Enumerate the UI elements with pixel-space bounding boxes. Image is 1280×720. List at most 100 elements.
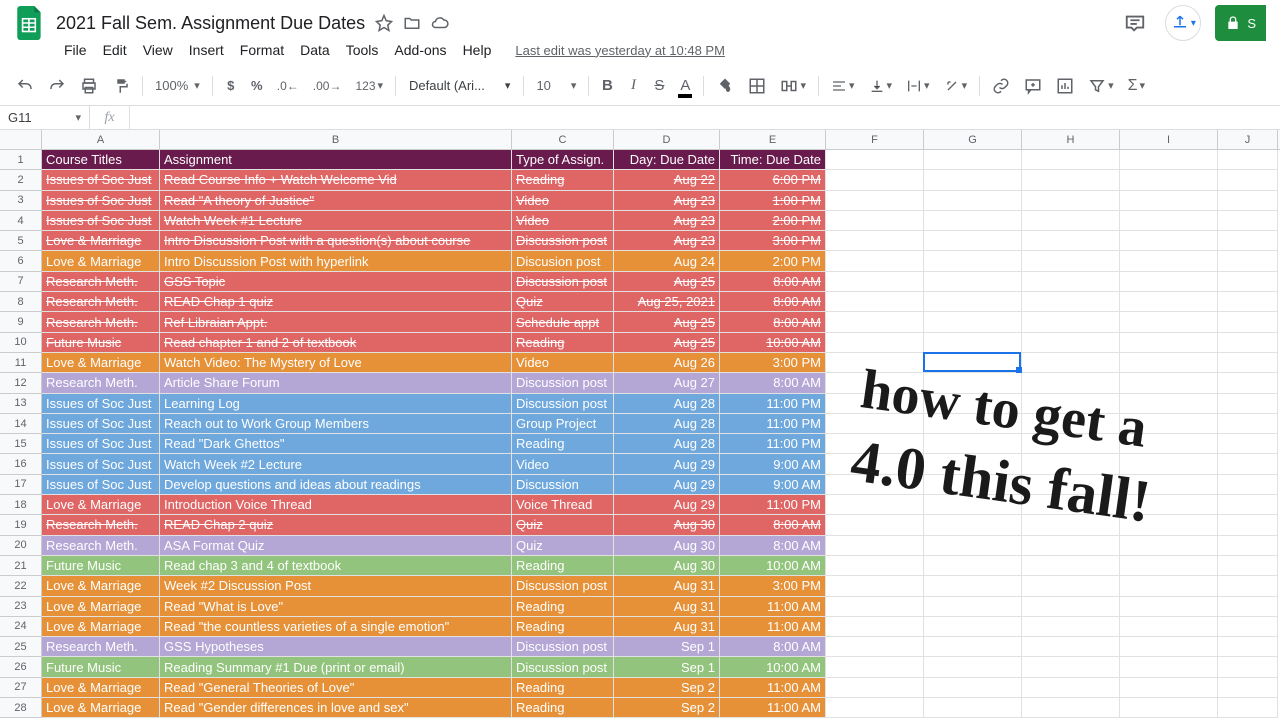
cell[interactable] xyxy=(826,536,924,556)
cell[interactable] xyxy=(1022,150,1120,170)
cell[interactable]: 8:00 AM xyxy=(720,272,826,292)
cell[interactable] xyxy=(826,495,924,515)
cell[interactable]: 8:00 AM xyxy=(720,292,826,312)
cell[interactable]: Aug 26 xyxy=(614,353,720,373)
row-header[interactable]: 9 xyxy=(0,312,42,332)
cell[interactable]: Reading xyxy=(512,678,614,698)
cell[interactable] xyxy=(826,515,924,535)
name-box[interactable]: G11▾ xyxy=(0,106,90,129)
cell[interactable]: Love & Marriage xyxy=(42,678,160,698)
cell[interactable]: Aug 23 xyxy=(614,191,720,211)
col-header-E[interactable]: E xyxy=(720,130,826,149)
menu-view[interactable]: View xyxy=(135,38,181,62)
fill-color-icon[interactable] xyxy=(710,72,740,100)
cell[interactable]: Sep 1 xyxy=(614,637,720,657)
cell[interactable] xyxy=(1218,657,1278,677)
cell[interactable]: 11:00 PM xyxy=(720,495,826,515)
cell[interactable] xyxy=(1120,434,1218,454)
cell[interactable] xyxy=(826,292,924,312)
cell[interactable]: Voice Thread xyxy=(512,495,614,515)
cell[interactable]: Read chap 3 and 4 of textbook xyxy=(160,556,512,576)
cell[interactable]: Aug 28 xyxy=(614,414,720,434)
spreadsheet-grid[interactable]: ABCDEFGHIJ 1Course TitlesAssignmentType … xyxy=(0,130,1280,720)
cell[interactable] xyxy=(1022,617,1120,637)
cell[interactable]: Aug 25 xyxy=(614,312,720,332)
cell[interactable] xyxy=(826,373,924,393)
cell[interactable]: Research Meth. xyxy=(42,312,160,332)
star-icon[interactable] xyxy=(375,14,393,32)
cell[interactable] xyxy=(1022,454,1120,474)
cell[interactable] xyxy=(1218,292,1278,312)
cell[interactable] xyxy=(924,394,1022,414)
col-header-C[interactable]: C xyxy=(512,130,614,149)
col-header-D[interactable]: D xyxy=(614,130,720,149)
borders-icon[interactable] xyxy=(742,72,772,100)
cell[interactable] xyxy=(826,333,924,353)
cell[interactable]: 8:00 AM xyxy=(720,373,826,393)
cell[interactable] xyxy=(1022,495,1120,515)
cell[interactable]: Aug 31 xyxy=(614,576,720,596)
cell[interactable] xyxy=(826,211,924,231)
cell[interactable] xyxy=(1022,414,1120,434)
cell[interactable] xyxy=(1120,657,1218,677)
row-header[interactable]: 26 xyxy=(0,657,42,677)
cell[interactable] xyxy=(826,556,924,576)
col-header-F[interactable]: F xyxy=(826,130,924,149)
cell[interactable] xyxy=(1022,394,1120,414)
cell[interactable]: Develop questions and ideas about readin… xyxy=(160,475,512,495)
row-header[interactable]: 6 xyxy=(0,251,42,271)
row-header[interactable]: 13 xyxy=(0,394,42,414)
more-formats[interactable]: 123▾ xyxy=(349,72,389,100)
col-header-H[interactable]: H xyxy=(1022,130,1120,149)
cell[interactable]: Aug 29 xyxy=(614,454,720,474)
cell[interactable] xyxy=(1022,170,1120,190)
cell[interactable] xyxy=(924,333,1022,353)
undo-icon[interactable] xyxy=(10,72,40,100)
cell[interactable] xyxy=(924,698,1022,718)
cell[interactable]: 2:00 PM xyxy=(720,211,826,231)
cell[interactable]: Research Meth. xyxy=(42,515,160,535)
cell[interactable]: 8:00 AM xyxy=(720,536,826,556)
cell[interactable] xyxy=(1120,231,1218,251)
cell[interactable] xyxy=(1022,678,1120,698)
cell[interactable]: Aug 29 xyxy=(614,495,720,515)
cell[interactable] xyxy=(1022,211,1120,231)
cell[interactable]: 2:00 PM xyxy=(720,251,826,271)
cell[interactable] xyxy=(1120,191,1218,211)
cell[interactable] xyxy=(826,637,924,657)
cell[interactable] xyxy=(1022,272,1120,292)
cell[interactable] xyxy=(1022,597,1120,617)
cell[interactable]: Watch Video: The Mystery of Love xyxy=(160,353,512,373)
comments-icon[interactable] xyxy=(1119,7,1151,39)
cell[interactable]: 3:00 PM xyxy=(720,576,826,596)
cell[interactable] xyxy=(1022,515,1120,535)
cell[interactable]: Love & Marriage xyxy=(42,251,160,271)
cell[interactable] xyxy=(1120,678,1218,698)
row-header[interactable]: 18 xyxy=(0,495,42,515)
bold-icon[interactable]: B xyxy=(595,72,619,100)
cell[interactable] xyxy=(1022,536,1120,556)
cell[interactable] xyxy=(1120,637,1218,657)
cell[interactable] xyxy=(1022,434,1120,454)
row-header[interactable]: 2 xyxy=(0,170,42,190)
cell[interactable] xyxy=(924,191,1022,211)
cell[interactable] xyxy=(1022,475,1120,495)
cell[interactable] xyxy=(1218,373,1278,393)
cell[interactable]: 8:00 AM xyxy=(720,637,826,657)
cell[interactable] xyxy=(1022,231,1120,251)
select-all-corner[interactable] xyxy=(0,130,42,149)
cell[interactable]: Discussion post xyxy=(512,394,614,414)
cell[interactable]: Love & Marriage xyxy=(42,353,160,373)
cell[interactable]: GSS Topic xyxy=(160,272,512,292)
cell[interactable]: Issues of Soc Just xyxy=(42,434,160,454)
cell[interactable] xyxy=(1218,251,1278,271)
cell[interactable]: 9:00 AM xyxy=(720,454,826,474)
cell[interactable]: Issues of Soc Just xyxy=(42,394,160,414)
cell[interactable] xyxy=(924,678,1022,698)
cell[interactable] xyxy=(1218,637,1278,657)
cell[interactable] xyxy=(1120,353,1218,373)
cell[interactable]: Aug 23 xyxy=(614,231,720,251)
cell[interactable]: Reading xyxy=(512,556,614,576)
cell[interactable] xyxy=(1218,312,1278,332)
cell[interactable] xyxy=(924,515,1022,535)
